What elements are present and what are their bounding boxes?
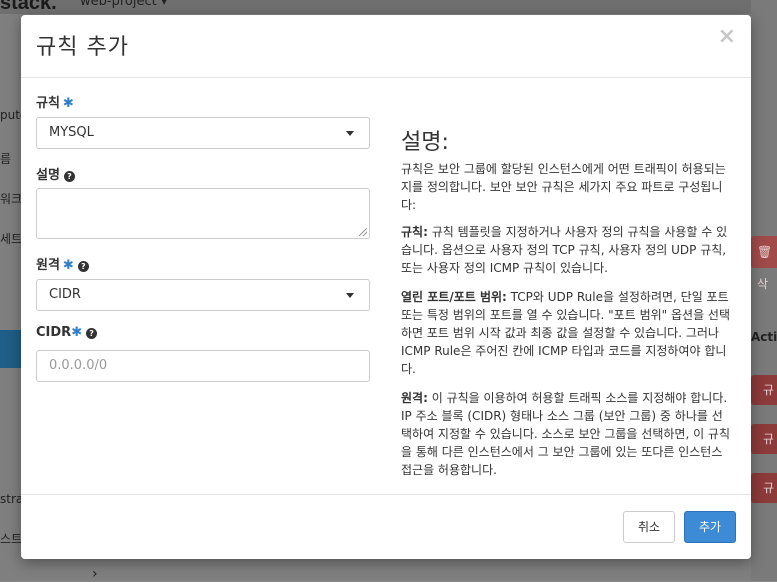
remote-select[interactable]: CIDR [36,279,370,311]
rule-label: 규칙 ✱ [36,96,74,111]
sidebar-item[interactable]: 스트 [0,530,22,547]
sidebar-item[interactable]: stra [0,492,23,506]
delete-rules-button[interactable]: 🗑삭 [751,236,777,291]
sidebar-active-item[interactable] [0,330,22,368]
project-selector[interactable]: web-project ▾ [80,0,167,9]
required-icon: ✱ [62,258,74,273]
help-icon[interactable]: ? [63,171,75,182]
required-icon: ✱ [71,325,83,340]
row-action-button[interactable]: 규 [751,473,777,503]
help-icon[interactable]: ? [77,261,89,272]
caret-down-icon [346,131,354,136]
help-title: 설명: [401,130,449,155]
brand-logo: stack. [0,0,57,14]
remote-label: 원격 ✱? [36,254,89,273]
description-label: 설명? [36,164,75,183]
row-action-button[interactable]: 규 [751,424,777,454]
add-rule-modal: 규칙 추가 × 규칙 ✱ MYSQL 설명? 원격 ✱? CIDR CIDR✱ … [21,15,751,559]
modal-footer: 취소 추가 [21,494,751,560]
help-icon[interactable]: ? [86,328,98,339]
required-icon: ✱ [62,96,74,111]
help-remote-section: 원격: 이 규칙을 이용하여 허용할 트래픽 소스를 지정해야 합니다. IP … [401,391,731,477]
modal-header: 규칙 추가 × [21,15,751,78]
resize-handle-icon[interactable] [359,228,367,236]
rule-select[interactable]: MYSQL [36,117,370,149]
add-button[interactable]: 추가 [684,511,736,543]
modal-title: 규칙 추가 [36,35,129,60]
rule-select-value: MYSQL [49,125,94,140]
chevron-right-icon[interactable]: › [92,566,98,582]
caret-down-icon [346,293,354,298]
close-icon[interactable]: × [718,25,736,49]
remote-select-value: CIDR [49,287,81,302]
sidebar-item[interactable]: 세트 [0,230,22,247]
help-port-section: 열린 포트/포트 범위: TCP와 UDP Rule을 설정하려면, 단일 포트… [401,290,731,376]
help-intro: 규칙은 보안 그룹에 할당된 인스턴스에게 어떤 트래픽이 허용되는지를 정의합… [401,162,726,212]
trash-icon: 🗑 [757,245,773,259]
cidr-label: CIDR✱? [36,325,98,340]
modal-body: 규칙 ✱ MYSQL 설명? 원격 ✱? CIDR CIDR✱? 0.0.0.0… [21,78,751,494]
help-rule-section: 규칙: 규칙 템플릿을 지정하거나 사용자 정의 규칙을 사용할 수 있습니다.… [401,225,728,275]
sidebar-item[interactable]: 름 [0,150,11,167]
row-action-button[interactable]: 규 [751,375,777,405]
description-textarea[interactable] [36,188,370,239]
sidebar-item[interactable]: 워크 [0,190,22,207]
cancel-button[interactable]: 취소 [623,511,675,543]
cidr-input[interactable]: 0.0.0.0/0 [36,350,370,382]
actions-column-header: Actio [751,330,777,344]
